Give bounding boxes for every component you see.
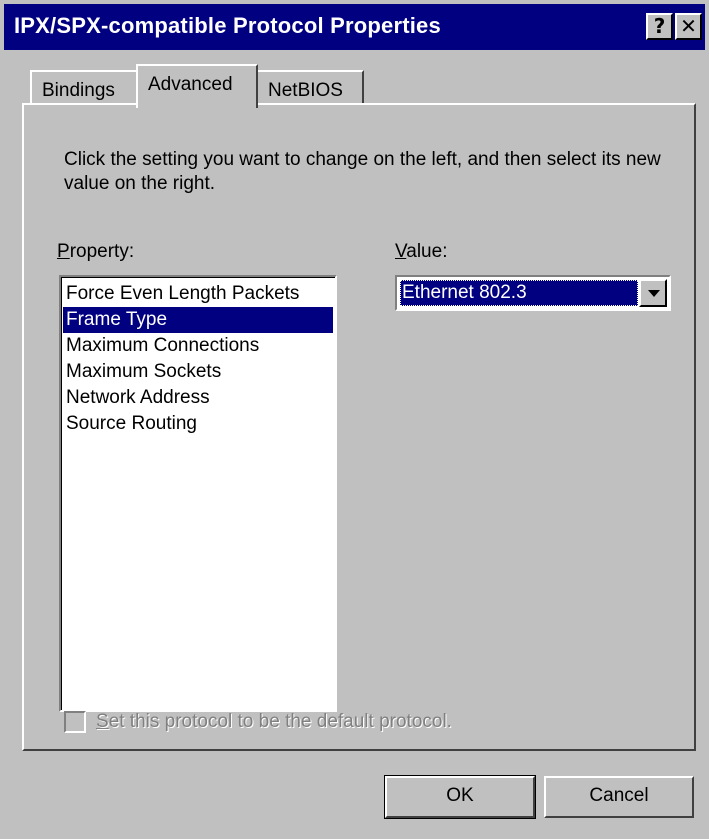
instructions-text: Click the setting you want to change on … <box>64 149 661 194</box>
value-label-text: alue: <box>406 241 448 262</box>
advanced-tab-panel: Click the setting you want to change on … <box>22 103 696 751</box>
title-bar[interactable]: IPX/SPX-compatible Protocol Properties ?… <box>4 4 705 50</box>
value-label: Value: <box>395 241 447 263</box>
value-label-accesskey: V <box>395 241 407 262</box>
value-dropdown-selected[interactable]: Ethernet 802.3 <box>400 280 638 306</box>
cancel-button[interactable]: Cancel <box>544 776 694 818</box>
default-protocol-label: Set this protocol to be the default prot… <box>96 711 452 733</box>
tab-advanced[interactable]: Advanced <box>136 64 258 108</box>
default-protocol-accesskey: S <box>96 711 109 732</box>
protocol-properties-dialog: IPX/SPX-compatible Protocol Properties ?… <box>0 0 709 839</box>
default-protocol-checkbox <box>64 711 86 733</box>
list-item-maximum-sockets[interactable]: Maximum Sockets <box>63 359 333 385</box>
default-protocol-text: et this protocol to be the default proto… <box>108 711 452 732</box>
list-item-force-even-length-packets[interactable]: Force Even Length Packets <box>63 281 333 307</box>
close-button[interactable]: ✕ <box>675 13 702 40</box>
list-item-source-routing[interactable]: Source Routing <box>63 411 333 437</box>
ok-button[interactable]: OK <box>384 775 536 819</box>
list-item-maximum-connections[interactable]: Maximum Connections <box>63 333 333 359</box>
property-listbox[interactable]: Force Even Length Packets Frame Type Max… <box>59 275 337 712</box>
property-label: Property: <box>57 241 134 263</box>
list-item-network-address[interactable]: Network Address <box>63 385 333 411</box>
window-title: IPX/SPX-compatible Protocol Properties <box>14 13 441 38</box>
value-dropdown[interactable]: Ethernet 802.3 <box>395 275 671 311</box>
property-label-text: roperty: <box>69 241 135 262</box>
dropdown-arrow-icon[interactable] <box>639 279 667 307</box>
help-button[interactable]: ? <box>646 13 673 40</box>
list-item-frame-type[interactable]: Frame Type <box>63 307 333 333</box>
tab-netbios[interactable]: NetBIOS <box>256 70 364 105</box>
tab-bindings[interactable]: Bindings <box>30 70 138 105</box>
property-label-accesskey: P <box>57 241 70 262</box>
